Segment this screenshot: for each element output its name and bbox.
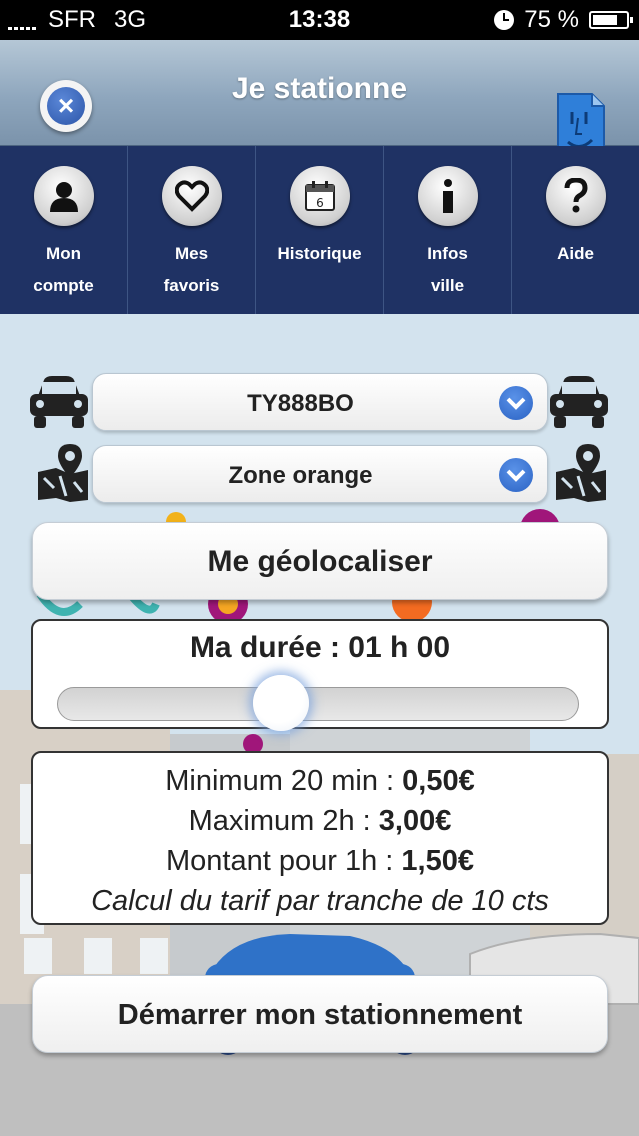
nav-item-label: Mes favoris xyxy=(163,244,220,295)
zone-name: Zone orange xyxy=(228,462,373,489)
car-icon xyxy=(550,376,608,428)
tariff-note: Calcul du tarif par tranche de 10 cts xyxy=(91,885,549,917)
status-bar: SFR 3G 13:38 75 % xyxy=(0,0,639,40)
header: × Je stationne xyxy=(0,40,639,170)
chevron-down-icon xyxy=(499,458,533,492)
nav-item-label: Aide xyxy=(557,244,594,263)
battery-icon xyxy=(589,11,633,29)
calendar-icon: 6 xyxy=(290,166,350,226)
nav-item-favorites[interactable]: Mes favoris xyxy=(128,146,256,314)
nav-item-label: Infos ville xyxy=(427,244,468,295)
heart-icon xyxy=(162,166,222,226)
tariff-minimum-label: Minimum 20 min : xyxy=(165,765,403,797)
tariff-minimum: Minimum 20 min : 0,50€ xyxy=(33,761,607,801)
nav-item-history[interactable]: 6 Historique xyxy=(256,146,384,314)
vehicle-plate: TY888BO xyxy=(247,390,354,417)
map-pin-icon xyxy=(556,444,606,502)
svg-text:6: 6 xyxy=(316,196,324,210)
info-icon xyxy=(418,166,478,226)
main-nav: Mon compte Mes favoris 6 Historique Info… xyxy=(0,146,639,314)
nav-item-help[interactable]: Aide xyxy=(512,146,639,314)
nav-item-account[interactable]: Mon compte xyxy=(0,146,128,314)
alarm-clock-icon xyxy=(494,10,515,30)
car-icon xyxy=(30,376,88,428)
duration-label: Ma durée : 01 h 00 xyxy=(189,631,451,664)
nav-item-city-info[interactable]: Infos ville xyxy=(384,146,512,314)
duration-slider-track[interactable] xyxy=(57,687,579,721)
tariff-amount-label: Montant pour 1h : xyxy=(166,845,402,877)
start-parking-button[interactable]: Démarrer mon stationnement xyxy=(32,975,608,1053)
tariff-panel: Minimum 20 min : 0,50€ Maximum 2h : 3,00… xyxy=(31,751,609,925)
vehicle-select[interactable]: TY888BO xyxy=(92,373,548,431)
duration-panel: Ma durée : 01 h 00 xyxy=(31,619,609,731)
tariff-amount: Montant pour 1h : 1,50€ xyxy=(33,841,607,881)
chevron-down-icon xyxy=(499,386,533,420)
status-right: 75 % xyxy=(494,6,633,34)
tariff-minimum-value: 0,50€ xyxy=(402,765,475,797)
user-icon xyxy=(34,166,94,226)
geolocate-button[interactable]: Me géolocaliser xyxy=(32,522,608,600)
nav-item-label: Mon compte xyxy=(33,244,94,295)
tariff-maximum-value: 3,00€ xyxy=(378,805,452,837)
duration-slider-knob[interactable] xyxy=(252,675,309,731)
tariff-maximum-label: Maximum 2h : xyxy=(188,805,379,837)
tariff-amount-value: 1,50€ xyxy=(401,845,474,877)
nav-item-label: Historique xyxy=(277,244,362,263)
tariff-maximum: Maximum 2h : 3,00€ xyxy=(33,801,607,841)
zone-select[interactable]: Zone orange xyxy=(92,445,548,503)
page-title: Je stationne xyxy=(231,72,408,105)
map-pin-icon xyxy=(38,444,88,502)
help-icon xyxy=(546,166,606,226)
battery-percent: 75 % xyxy=(524,6,579,33)
